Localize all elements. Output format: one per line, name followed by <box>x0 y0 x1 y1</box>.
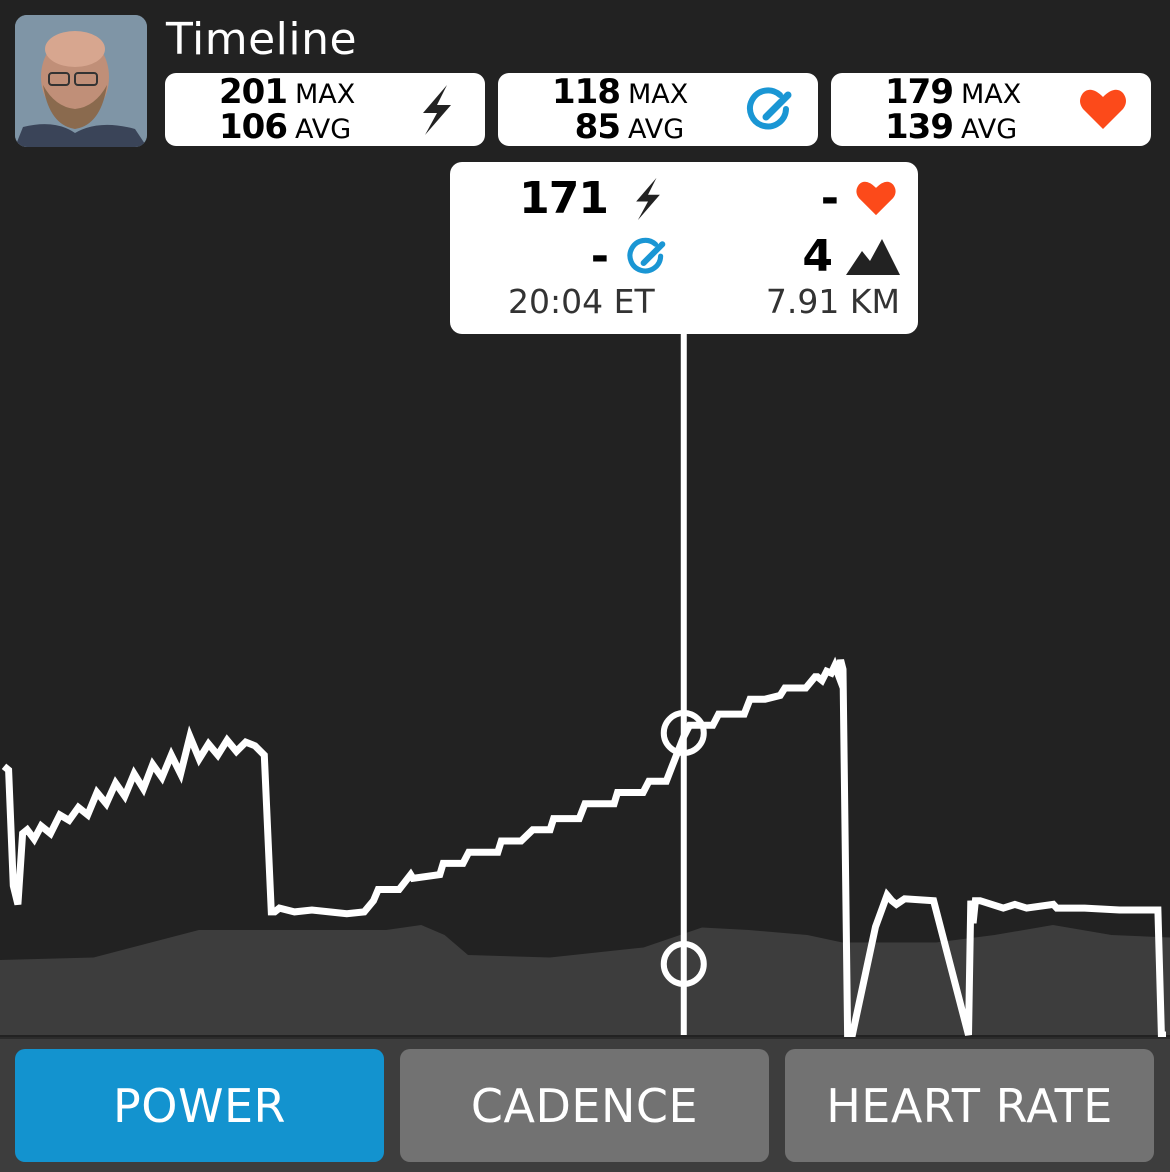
power-stat-card: 201MAX 106AVG <box>165 73 485 146</box>
cadence-max-label: MAX <box>628 77 698 112</box>
heart-rate-avg-label: AVG <box>961 112 1031 147</box>
heart-icon <box>1077 83 1129 137</box>
heart-rate-avg-value: 139 <box>885 110 953 145</box>
power-max-value: 201 <box>219 75 287 110</box>
heart-rate-stat-card: 179MAX 139AVG <box>831 73 1151 146</box>
tab-heart-rate[interactable]: HEART RATE <box>785 1049 1154 1162</box>
heart-icon <box>852 176 900 222</box>
tooltip-cadence: - <box>450 232 670 282</box>
heart-rate-max-label: MAX <box>961 77 1031 112</box>
cadence-avg-label: AVG <box>628 112 698 147</box>
page-title: Timeline <box>166 14 357 65</box>
tooltip-heart-rate: - <box>680 174 900 224</box>
tooltip-gradient: 4 <box>680 232 900 282</box>
power-max-label: MAX <box>295 77 365 112</box>
power-avg-value: 106 <box>219 110 287 145</box>
tooltip-power: 171 <box>450 172 670 226</box>
cursor-tooltip: 171 - - 4 20:04 ET 7.91 KM <box>450 162 918 334</box>
lightning-bolt-icon <box>411 83 463 137</box>
tooltip-power-value: 171 <box>519 174 608 224</box>
avatar[interactable] <box>15 15 147 147</box>
tooltip-heart-rate-value: - <box>821 174 838 224</box>
tooltip-cadence-value: - <box>591 232 608 282</box>
cadence-avg-value: 85 <box>575 110 620 145</box>
lightning-bolt-icon <box>626 172 670 226</box>
tooltip-time: 20:04 ET <box>508 282 655 321</box>
heart-rate-max-value: 179 <box>885 75 953 110</box>
avatar-photo <box>15 15 147 147</box>
cursor-elevation-handle <box>664 944 704 984</box>
tab-cadence[interactable]: CADENCE <box>400 1049 769 1162</box>
tab-power[interactable]: POWER <box>15 1049 384 1162</box>
power-points <box>4 660 1166 1035</box>
tooltip-gradient-value: 4 <box>802 232 832 282</box>
cadence-max-value: 118 <box>552 75 620 110</box>
mountain-icon <box>846 237 900 277</box>
power-timeline-chart[interactable] <box>0 0 1170 1040</box>
metric-tab-bar: POWER CADENCE HEART RATE <box>0 1037 1170 1172</box>
cadence-gauge-icon <box>744 83 796 137</box>
cursor-power-handle <box>664 713 704 753</box>
tooltip-distance: 7.91 KM <box>766 282 900 321</box>
power-avg-label: AVG <box>295 112 365 147</box>
cadence-stat-card: 118MAX 85AVG <box>498 73 818 146</box>
power-line <box>4 660 1166 1035</box>
cadence-gauge-icon <box>624 234 670 280</box>
elevation-area <box>0 925 1170 1035</box>
